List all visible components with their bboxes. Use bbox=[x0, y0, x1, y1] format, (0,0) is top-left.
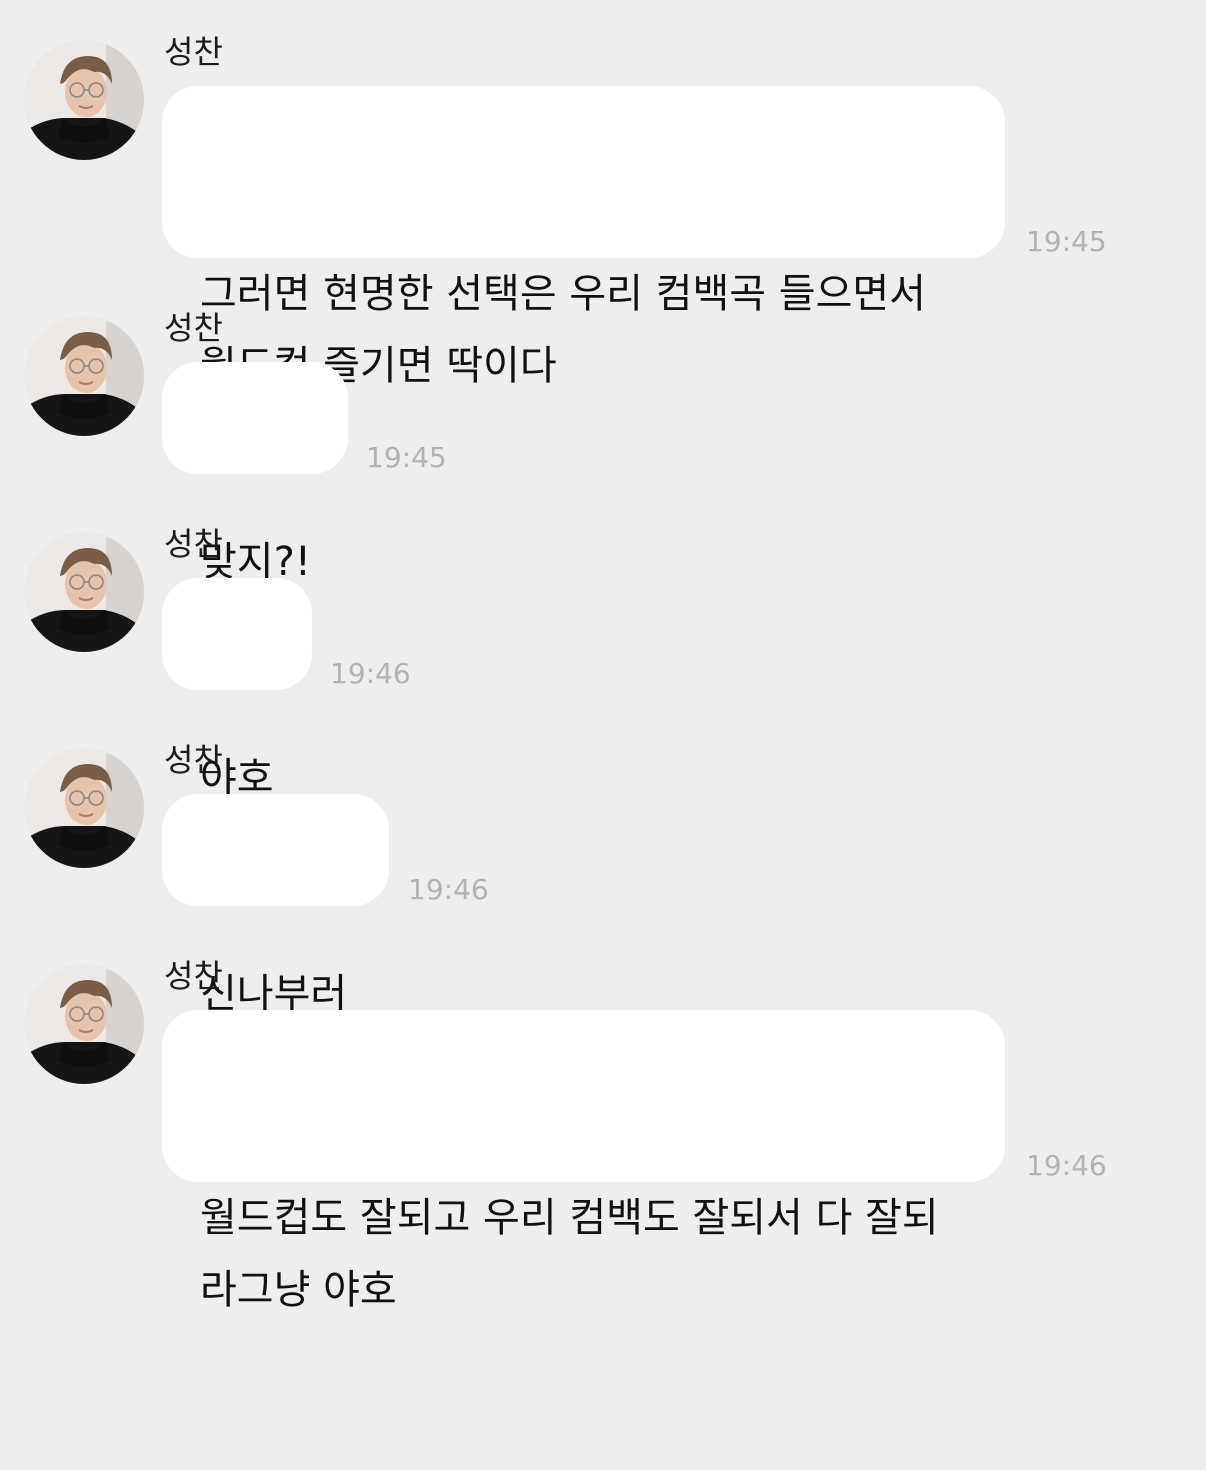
message-timestamp: 19:45 bbox=[366, 441, 447, 474]
sender-name: 성찬 bbox=[164, 525, 223, 563]
avatar-portrait-image bbox=[24, 964, 144, 1084]
message-bubble[interactable]: 신나부러 bbox=[162, 794, 389, 1017]
avatar-portrait-image bbox=[24, 532, 144, 652]
message-bubble[interactable]: 월드컵도 잘되고 우리 컴백도 잘되서 다 잘되 라그냥 야호 bbox=[162, 1010, 1005, 1313]
sender-name: 성찬 bbox=[164, 33, 223, 71]
avatar[interactable] bbox=[24, 964, 144, 1084]
message-timestamp: 19:45 bbox=[1026, 225, 1107, 258]
avatar[interactable] bbox=[24, 40, 144, 160]
avatar[interactable] bbox=[24, 532, 144, 652]
sender-name: 성찬 bbox=[164, 741, 223, 779]
message-bubble[interactable]: 그러면 현명한 선택은 우리 컴백곡 들으면서 월드컵 즐기면 딱이다 bbox=[162, 86, 1005, 389]
message-bubble[interactable]: 야호 bbox=[162, 578, 312, 801]
message-timestamp: 19:46 bbox=[1026, 1149, 1107, 1182]
avatar-portrait-image bbox=[24, 40, 144, 160]
sender-name: 성찬 bbox=[164, 309, 223, 347]
message-bubble[interactable]: 맞지?! bbox=[162, 362, 348, 585]
avatar-portrait-image bbox=[24, 748, 144, 868]
avatar-portrait-image bbox=[24, 316, 144, 436]
message-text: 월드컵도 잘되고 우리 컴백도 잘되서 다 잘되 라그냥 야호 bbox=[200, 1195, 939, 1313]
message-timestamp: 19:46 bbox=[330, 657, 411, 690]
sender-name: 성찬 bbox=[164, 957, 223, 995]
avatar[interactable] bbox=[24, 748, 144, 868]
message-timestamp: 19:46 bbox=[408, 873, 489, 906]
chat-message-list: 성찬 그러면 현명한 선택은 우리 컴백곡 들으면서 월드컵 즐기면 딱이다 1… bbox=[0, 0, 1206, 1313]
avatar[interactable] bbox=[24, 316, 144, 436]
